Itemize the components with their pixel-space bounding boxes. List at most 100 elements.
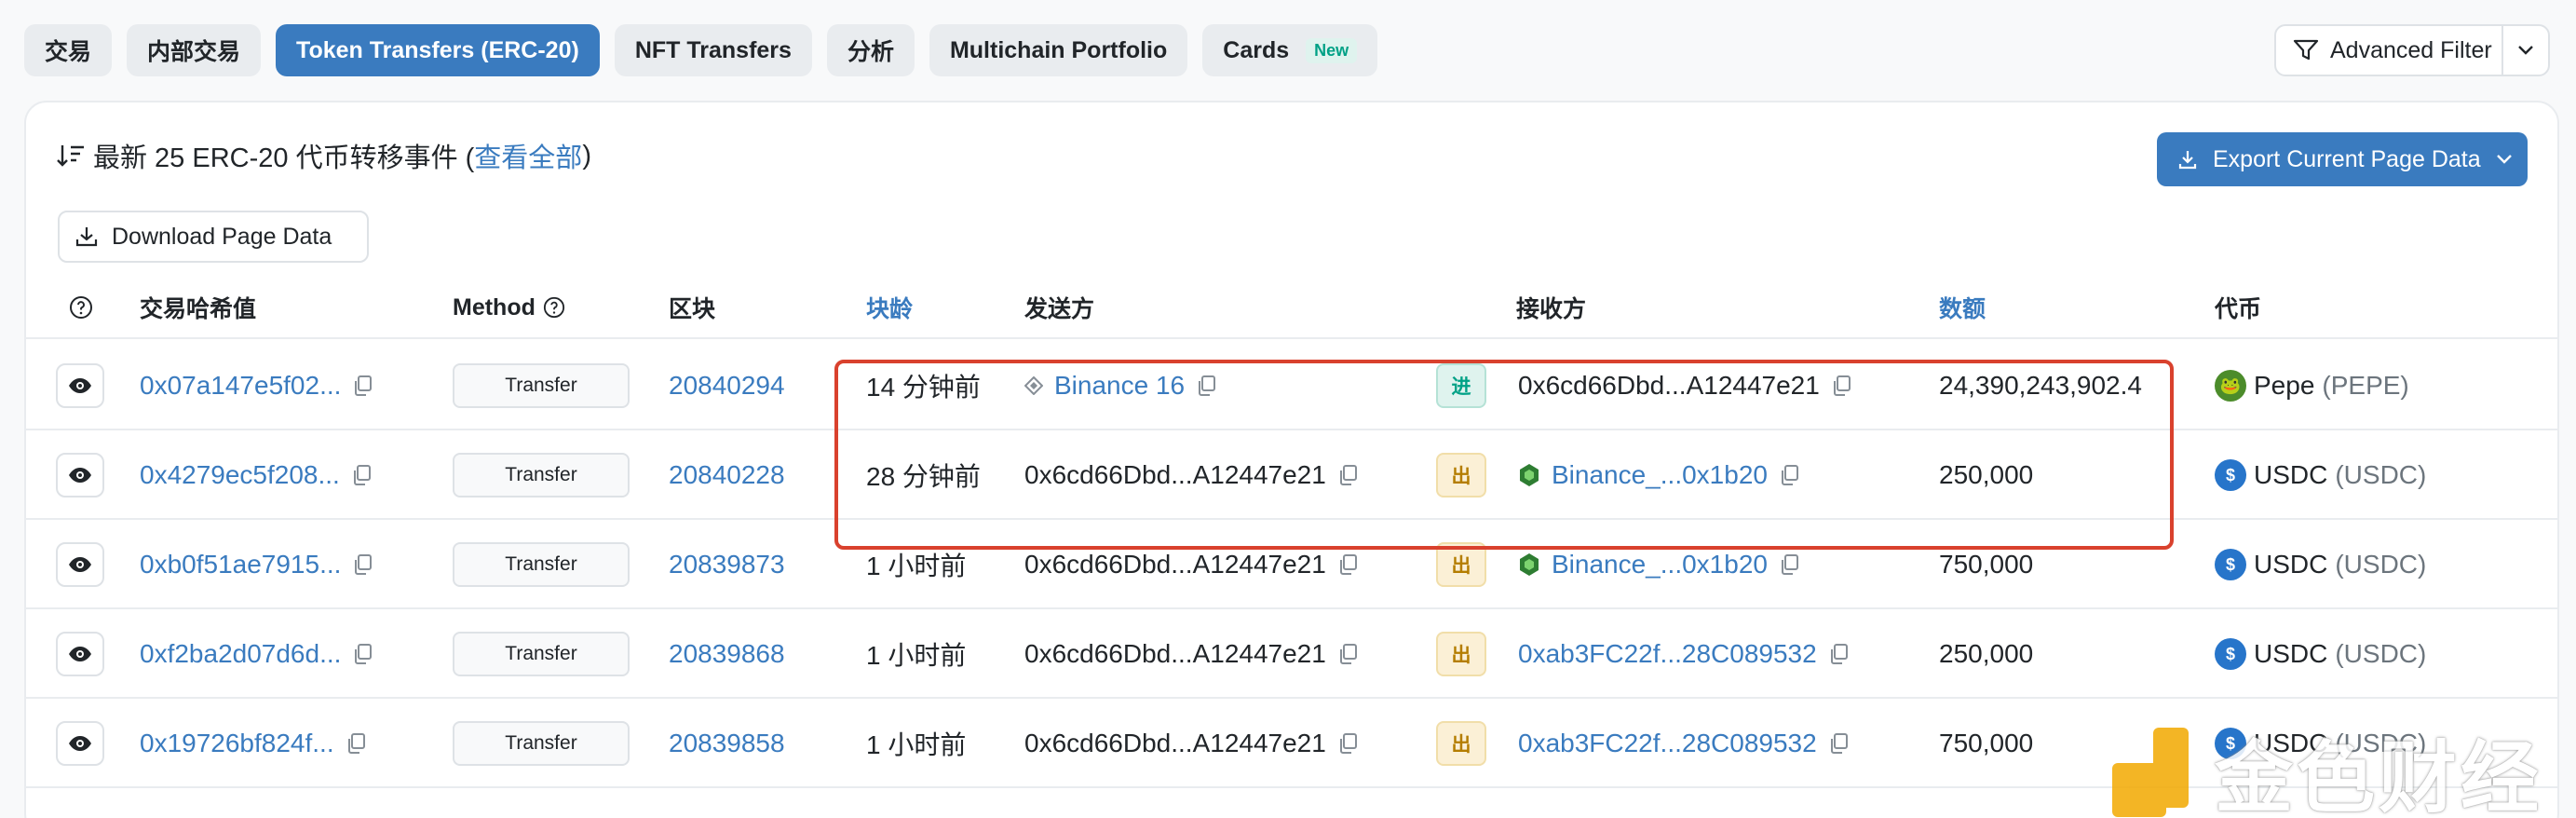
copy-icon[interactable]	[1828, 643, 1849, 665]
column-header-method: Method	[453, 276, 565, 339]
tab-bar: 交易 内部交易 Token Transfers (ERC-20) NFT Tra…	[24, 24, 1378, 76]
from-address[interactable]: 0x6cd66Dbd...A12447e21	[1024, 729, 1326, 758]
copy-icon[interactable]	[1831, 375, 1851, 397]
to-address[interactable]: Binance_...0x1b20	[1552, 550, 1768, 579]
copy-icon[interactable]	[1337, 553, 1358, 576]
table-header: 交易哈希值 Method 区块 块龄 发送方 接收方 数额 代币	[26, 276, 2557, 339]
tx-hash-link[interactable]: 0x07a147e5f02...	[140, 371, 341, 401]
method-badge: Transfer	[453, 721, 630, 766]
from-address[interactable]: 0x6cd66Dbd...A12447e21	[1024, 460, 1326, 490]
tab-label: Cards	[1223, 36, 1290, 63]
help-column[interactable]	[69, 276, 93, 339]
token-name-link[interactable]: USDC	[2254, 460, 2327, 490]
tab-analytics[interactable]: 分析	[826, 24, 915, 76]
filter-icon	[2293, 39, 2319, 61]
usdc-icon: $	[2215, 459, 2246, 491]
download-page-data-button[interactable]: Download Page Data	[58, 211, 369, 263]
copy-icon[interactable]	[352, 553, 373, 576]
copy-icon[interactable]	[1196, 375, 1216, 397]
block-link[interactable]: 20840294	[669, 371, 785, 401]
method-badge: Transfer	[453, 453, 630, 498]
token-name-link[interactable]: USDC	[2254, 550, 2327, 579]
to-address[interactable]: 0x6cd66Dbd...A12447e21	[1518, 371, 1820, 401]
amount-value: 750,000	[1939, 729, 2034, 757]
to-address[interactable]: 0xab3FC22f...28C089532	[1518, 639, 1817, 669]
tab-transactions[interactable]: 交易	[24, 24, 113, 76]
copy-icon[interactable]	[1337, 732, 1358, 755]
copy-icon[interactable]	[351, 464, 372, 486]
block-link[interactable]: 20840228	[669, 460, 785, 490]
tab-label: 交易	[45, 39, 92, 65]
eye-icon	[68, 467, 92, 484]
token-symbol: (USDC)	[2335, 550, 2427, 579]
direction-badge: 出	[1436, 721, 1486, 766]
preview-button[interactable]	[56, 542, 104, 587]
column-header-age[interactable]: 块龄	[866, 276, 913, 339]
export-current-page-button[interactable]: Export Current Page Data	[2157, 132, 2528, 186]
amount-value: 750,000	[1939, 550, 2034, 579]
sort-descending-icon	[57, 145, 84, 167]
question-circle-icon[interactable]	[543, 296, 565, 319]
from-address[interactable]: 0x6cd66Dbd...A12447e21	[1024, 550, 1326, 579]
age-text: 1 小时前	[866, 552, 967, 580]
direction-badge: 出	[1436, 632, 1486, 676]
watermark-logo-icon	[2112, 727, 2202, 817]
tab-nft-transfers[interactable]: NFT Transfers	[614, 24, 812, 76]
tab-label: 分析	[847, 39, 894, 65]
token-transfers-card: 最新 25 ERC-20 代币转移事件 (查看全部) Export Curren…	[24, 101, 2559, 818]
tab-cards[interactable]: Cards New	[1202, 24, 1378, 76]
view-all-link[interactable]: 查看全部	[474, 136, 582, 175]
column-header-from: 发送方	[1024, 296, 1095, 322]
copy-icon[interactable]	[1828, 732, 1849, 755]
tab-internal-transactions[interactable]: 内部交易	[127, 24, 262, 76]
to-address[interactable]: Binance_...0x1b20	[1552, 460, 1768, 490]
copy-icon[interactable]	[1337, 643, 1358, 665]
table-row: 0x07a147e5f02... Transfer 20840294 14 分钟前 Bi…	[26, 341, 2557, 430]
token-name-link[interactable]: USDC	[2254, 639, 2327, 669]
token-symbol: (PEPE)	[2322, 371, 2409, 400]
method-badge: Transfer	[453, 542, 630, 587]
block-link[interactable]: 20839868	[669, 639, 785, 669]
column-header-amount[interactable]: 数额	[1939, 276, 1986, 339]
preview-button[interactable]	[56, 453, 104, 498]
token-symbol: (USDC)	[2335, 639, 2427, 668]
chevron-down-icon	[2518, 46, 2533, 55]
method-badge: Transfer	[453, 363, 630, 408]
tab-multichain-portfolio[interactable]: Multichain Portfolio	[929, 24, 1188, 76]
token-name-link[interactable]: Pepe	[2254, 371, 2314, 401]
copy-icon[interactable]	[1779, 464, 1799, 486]
advanced-filter-dropdown[interactable]	[2503, 45, 2548, 56]
download-icon	[2178, 151, 2197, 170]
eye-icon	[68, 735, 92, 752]
new-badge: New	[1306, 37, 1358, 63]
copy-icon[interactable]	[1779, 553, 1799, 576]
preview-button[interactable]	[56, 721, 104, 766]
tab-token-transfers[interactable]: Token Transfers (ERC-20)	[276, 24, 600, 76]
block-link[interactable]: 20839873	[669, 550, 785, 579]
tx-hash-link[interactable]: 0x19726bf824f...	[140, 729, 334, 758]
tx-hash-link[interactable]: 0xb0f51ae7915...	[140, 550, 341, 579]
table-row: 0x4279ec5f208... Transfer 20840228 28 分钟前 0x…	[26, 430, 2557, 520]
direction-badge: 出	[1436, 542, 1486, 587]
tx-hash-link[interactable]: 0xf2ba2d07d6d...	[140, 639, 341, 669]
table-row: 0xf2ba2d07d6d... Transfer 20839868 1 小时前 0x6…	[26, 609, 2557, 699]
column-header-hash: 交易哈希值	[140, 296, 257, 322]
tab-label: Token Transfers (ERC-20)	[296, 36, 579, 63]
amount-value: 250,000	[1939, 639, 2034, 668]
from-address[interactable]: 0x6cd66Dbd...A12447e21	[1024, 639, 1326, 669]
tx-hash-link[interactable]: 0x4279ec5f208...	[140, 460, 340, 490]
copy-icon[interactable]	[346, 732, 366, 755]
block-link[interactable]: 20839858	[669, 729, 785, 758]
eye-icon	[68, 646, 92, 662]
copy-icon[interactable]	[352, 643, 373, 665]
from-address[interactable]: Binance 16	[1054, 371, 1185, 401]
copy-icon[interactable]	[1337, 464, 1358, 486]
copy-icon[interactable]	[352, 375, 373, 397]
age-text: 28 分钟前	[866, 462, 981, 491]
to-address[interactable]: 0xab3FC22f...28C089532	[1518, 729, 1817, 758]
advanced-filter-button[interactable]: Advanced Filter	[2274, 24, 2550, 76]
preview-button[interactable]	[56, 632, 104, 676]
preview-button[interactable]	[56, 363, 104, 408]
amount-value: 250,000	[1939, 460, 2034, 489]
wallet-label-icon	[1024, 376, 1043, 395]
